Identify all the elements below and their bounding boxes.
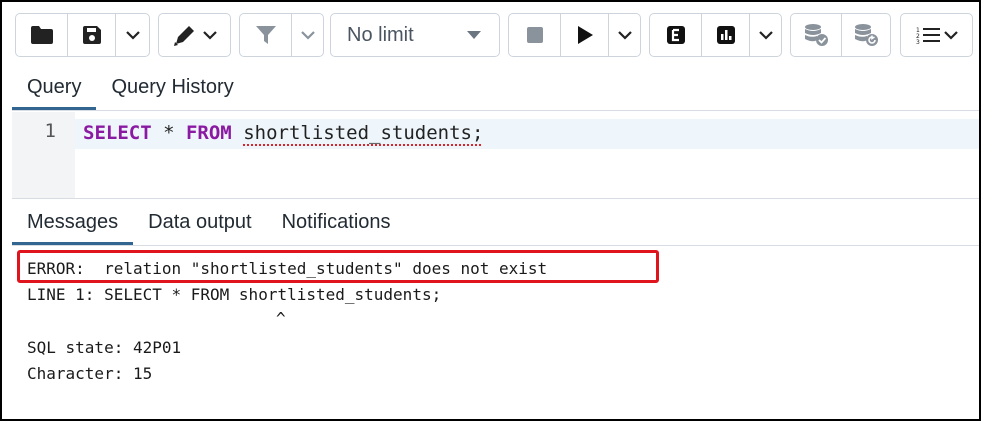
macros-menu-button[interactable]: 123: [901, 14, 972, 56]
row-limit-select[interactable]: No limit: [330, 13, 500, 57]
keyword-from: FROM: [185, 122, 232, 144]
explain-button-group: [649, 13, 782, 57]
edit-menu-button[interactable]: [159, 14, 230, 56]
toolbar: No limit 1 2 3: [2, 2, 979, 65]
explain-analyze-button[interactable]: [701, 14, 749, 56]
play-icon: [577, 26, 593, 44]
edit-button-group: [158, 13, 231, 57]
row-limit-value: No limit: [347, 23, 414, 46]
tab-label: Data output: [148, 210, 252, 233]
chevron-down-icon: [758, 30, 773, 40]
divider: [12, 245, 979, 246]
tab-label: Notifications: [281, 210, 391, 233]
sql-statement: SELECT * FROM shortlisted_students;: [83, 122, 483, 144]
execute-options-dropdown[interactable]: [608, 14, 640, 56]
error-position-caret: ^: [276, 309, 286, 328]
chart-icon: [716, 26, 735, 44]
filter-options-dropdown[interactable]: [291, 14, 323, 56]
output-tabs: Messages Data output Notifications: [12, 199, 406, 245]
tab-label: Query History: [111, 75, 234, 98]
messages-panel: ERROR: relation "shortlisted_students" d…: [12, 247, 979, 419]
commit-button[interactable]: [791, 14, 841, 56]
chevron-down-icon: [125, 30, 140, 40]
chevron-down-icon: [202, 30, 217, 40]
save-options-dropdown[interactable]: [115, 14, 149, 56]
list-icon: 123: [916, 27, 940, 44]
editor-tabs: Query Query History: [12, 64, 249, 110]
tab-query[interactable]: Query: [12, 64, 97, 110]
tab-notifications[interactable]: Notifications: [267, 199, 406, 245]
chevron-down-icon: [300, 30, 315, 40]
database-commit-icon: [805, 24, 828, 46]
tab-query-history[interactable]: Query History: [96, 64, 248, 110]
operator-star: *: [151, 122, 186, 144]
folder-icon: [30, 26, 53, 44]
filter-button-group: [239, 13, 324, 57]
query-tool-window: No limit 1 2 3 Query Query History 1 SEL…: [0, 0, 981, 421]
filter-button[interactable]: [240, 14, 291, 56]
database-rollback-icon: [855, 24, 878, 46]
caret-down-icon: [467, 31, 481, 39]
open-file-button[interactable]: [16, 14, 67, 56]
error-message: ERROR: relation "shortlisted_students" d…: [27, 259, 548, 278]
line-gutter: 1: [12, 112, 75, 198]
table-name-token: shortlisted_students;: [243, 122, 484, 144]
pen-icon: [173, 26, 194, 46]
save-file-button[interactable]: [67, 14, 115, 56]
tab-messages[interactable]: Messages: [12, 199, 134, 245]
chevron-down-icon: [617, 30, 632, 40]
explain-options-dropdown[interactable]: [749, 14, 781, 56]
explain-icon: [666, 26, 685, 44]
sql-editor[interactable]: 1 SELECT * FROM shortlisted_students;: [12, 112, 979, 198]
stop-icon: [526, 27, 543, 43]
filter-icon: [255, 26, 276, 44]
sql-state: SQL state: 42P01: [27, 338, 182, 357]
error-character: Character: 15: [27, 364, 153, 383]
rollback-button[interactable]: [841, 14, 890, 56]
chevron-down-icon: [943, 30, 958, 40]
explain-button[interactable]: [650, 14, 701, 56]
transaction-button-group: [790, 13, 891, 57]
stop-query-button[interactable]: [509, 14, 560, 56]
tab-label: Query: [27, 75, 82, 98]
file-button-group: [15, 13, 150, 57]
tab-data-output[interactable]: Data output: [133, 199, 266, 245]
execute-query-button[interactable]: [560, 14, 608, 56]
line-number: 1: [44, 120, 56, 142]
active-code-line[interactable]: SELECT * FROM shortlisted_students;: [75, 119, 979, 149]
keyword-select: SELECT: [83, 122, 152, 144]
macros-button-group: 123: [900, 13, 973, 57]
tab-label: Messages: [27, 210, 119, 233]
save-icon: [82, 26, 101, 44]
execute-button-group: [508, 13, 641, 57]
divider: [12, 110, 979, 111]
error-line-detail: LINE 1: SELECT * FROM shortlisted_studen…: [27, 285, 442, 304]
svg-text:3: 3: [916, 39, 920, 44]
